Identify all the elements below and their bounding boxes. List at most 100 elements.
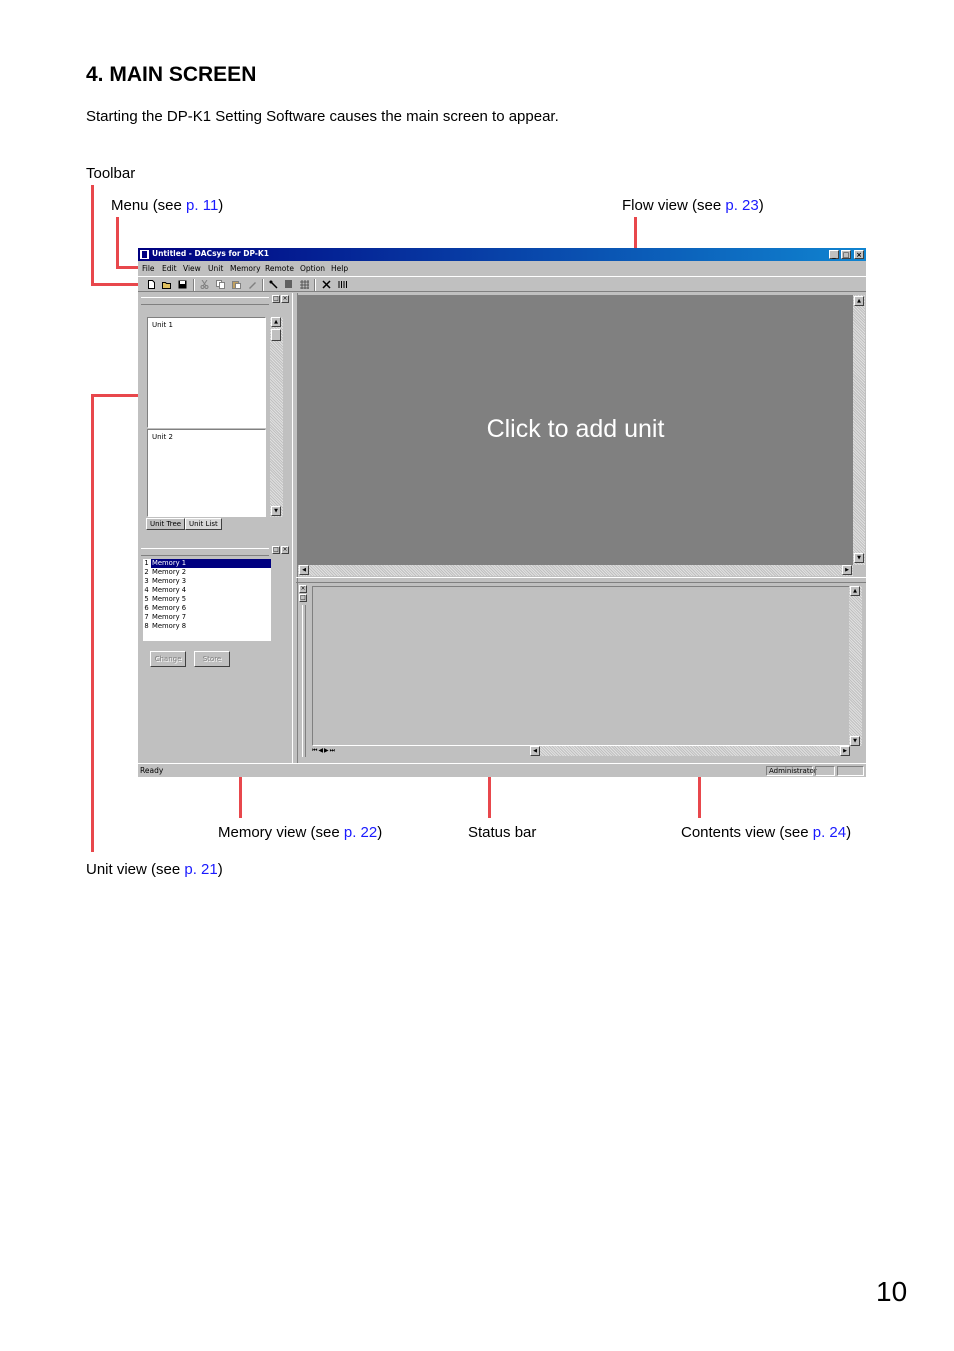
cut-icon[interactable] [200, 280, 209, 289]
new-icon[interactable] [147, 280, 156, 289]
toolbar-separator [314, 279, 316, 291]
menu-view[interactable]: View [183, 264, 201, 273]
scroll-left-icon[interactable]: ◀ [299, 565, 309, 575]
toolbar-separator [193, 279, 195, 291]
menu-remote[interactable]: Remote [265, 264, 294, 273]
menu-option[interactable]: Option [300, 264, 325, 273]
scroll-up-icon[interactable]: ▲ [271, 317, 281, 327]
page-heading: 4. MAIN SCREEN [86, 63, 257, 86]
contents-close-button[interactable]: × [299, 585, 307, 593]
memory-view-page-link[interactable]: p. 22 [344, 824, 377, 841]
scroll-down-icon[interactable]: ▼ [271, 506, 281, 516]
unit-view-callout: Unit view (see p. 21) [86, 861, 223, 878]
scroll-up-icon[interactable]: ▲ [850, 586, 860, 596]
window-title: Untitled - DACsys for DP-K1 [152, 249, 269, 258]
unit-view-grip[interactable] [141, 297, 269, 305]
horizontal-splitter[interactable] [296, 577, 866, 583]
unit-item[interactable]: Unit 1 [147, 317, 266, 428]
flow-view-page-link[interactable]: p. 23 [725, 197, 758, 214]
menu-callout: Menu (see p. 11) [111, 197, 224, 214]
memory-row[interactable]: 3 Memory 3 [143, 577, 271, 586]
menu-edit[interactable]: Edit [162, 264, 177, 273]
menu-bar: File Edit View Unit Memory Remote Option… [138, 262, 866, 275]
toolbar-callout: Toolbar [86, 165, 136, 182]
unit-item[interactable]: Unit 2 [147, 429, 266, 517]
tab-unit-list[interactable]: Unit List [185, 518, 222, 530]
memory-row[interactable]: 5 Memory 5 [143, 595, 271, 604]
scroll-thumb[interactable] [271, 329, 281, 341]
title-bar: Untitled - DACsys for DP-K1 _ □ × [138, 248, 866, 261]
memory-row[interactable]: 2 Memory 2 [143, 568, 271, 577]
status-user: Administrator [766, 766, 817, 776]
toolbar-separator [262, 279, 264, 291]
menu-help[interactable]: Help [331, 264, 348, 273]
flow-view-callout: Flow view (see p. 23) [622, 197, 764, 214]
menu-unit[interactable]: Unit [208, 264, 223, 273]
menu-memory[interactable]: Memory [230, 264, 261, 273]
scroll-up-icon[interactable]: ▲ [854, 296, 864, 306]
flow-vertical-scrollbar[interactable] [853, 295, 865, 565]
scroll-right-icon[interactable]: ▶ [840, 746, 850, 756]
menu-leader-line [116, 217, 119, 269]
memory-view-float-button[interactable]: □ [272, 546, 280, 554]
status-bar: Ready Administrator [138, 763, 866, 777]
contents-view-callout: Contents view (see p. 24) [681, 824, 852, 841]
status-pane [815, 766, 835, 776]
scroll-down-icon[interactable]: ▼ [854, 553, 864, 563]
page-number: 10 [876, 1276, 908, 1307]
align-icon[interactable] [284, 280, 293, 289]
tool-icon[interactable] [269, 280, 278, 289]
open-icon[interactable] [162, 280, 171, 289]
save-icon[interactable] [178, 280, 187, 289]
delete-icon[interactable] [322, 280, 331, 289]
maximize-button[interactable]: □ [841, 250, 851, 259]
close-button[interactable]: × [854, 250, 864, 259]
status-pane [837, 766, 864, 776]
menu-file[interactable]: File [142, 264, 155, 273]
bars-icon[interactable] [338, 280, 347, 289]
minimize-button[interactable]: _ [829, 250, 839, 259]
memory-row[interactable]: 7 Memory 7 [143, 613, 271, 622]
tab-unit-tree[interactable]: Unit Tree [146, 518, 186, 530]
grid-icon[interactable] [300, 280, 309, 289]
menu-page-link[interactable]: p. 11 [186, 197, 218, 214]
toolbar-leader-line [91, 283, 143, 286]
status-text: Ready [140, 766, 164, 775]
scroll-left-icon[interactable]: ◀ [530, 746, 540, 756]
flow-view-message: Click to add unit [486, 415, 665, 443]
contents-view[interactable] [312, 586, 850, 746]
unit-view-float-button[interactable]: □ [272, 295, 280, 303]
scroll-down-icon[interactable]: ▼ [850, 736, 860, 746]
main-screen-screenshot: Untitled - DACsys for DP-K1 _ □ × File E… [138, 248, 866, 777]
store-button[interactable]: Store [194, 651, 230, 667]
unit-view-scrollbar[interactable] [270, 317, 283, 517]
unit-view-page-link[interactable]: p. 21 [184, 861, 217, 878]
flow-horizontal-scrollbar[interactable] [298, 565, 853, 576]
memory-row[interactable]: 6 Memory 6 [143, 604, 271, 613]
memory-row[interactable]: 1 Memory 1 [143, 559, 271, 568]
memory-view-callout: Memory view (see p. 22) [218, 824, 383, 841]
contents-float-button[interactable]: □ [299, 594, 307, 602]
memory-row[interactable]: 8 Memory 8 [143, 622, 271, 631]
edit-icon[interactable] [248, 280, 257, 289]
flow-view[interactable]: Click to add unit [298, 295, 853, 565]
memory-row[interactable]: 4 Memory 4 [143, 586, 271, 595]
contents-view-page-link[interactable]: p. 24 [813, 824, 846, 841]
unit-view-leader-line [91, 394, 94, 852]
change-button[interactable]: Change [150, 651, 186, 667]
contents-vertical-scrollbar[interactable] [849, 586, 862, 746]
memory-list: 1 Memory 1 2 Memory 2 3 Memory 3 4 Memory 4 … [143, 559, 271, 641]
status-bar-callout: Status bar [468, 824, 537, 841]
copy-icon[interactable] [216, 280, 225, 289]
scroll-right-icon[interactable]: ▶ [842, 565, 852, 575]
intro-text: Starting the DP-K1 Setting Software caus… [86, 108, 559, 125]
unit-view-close-button[interactable]: × [281, 295, 289, 303]
app-icon [140, 250, 149, 259]
paste-icon[interactable] [232, 280, 241, 289]
contents-grip[interactable] [302, 605, 306, 757]
record-navigator[interactable]: ⏮◀▶⏭ [312, 746, 360, 756]
contents-scroll-track[interactable] [540, 746, 840, 756]
memory-view-close-button[interactable]: × [281, 546, 289, 554]
toolbar [138, 276, 866, 292]
memory-view-grip[interactable] [141, 548, 269, 556]
